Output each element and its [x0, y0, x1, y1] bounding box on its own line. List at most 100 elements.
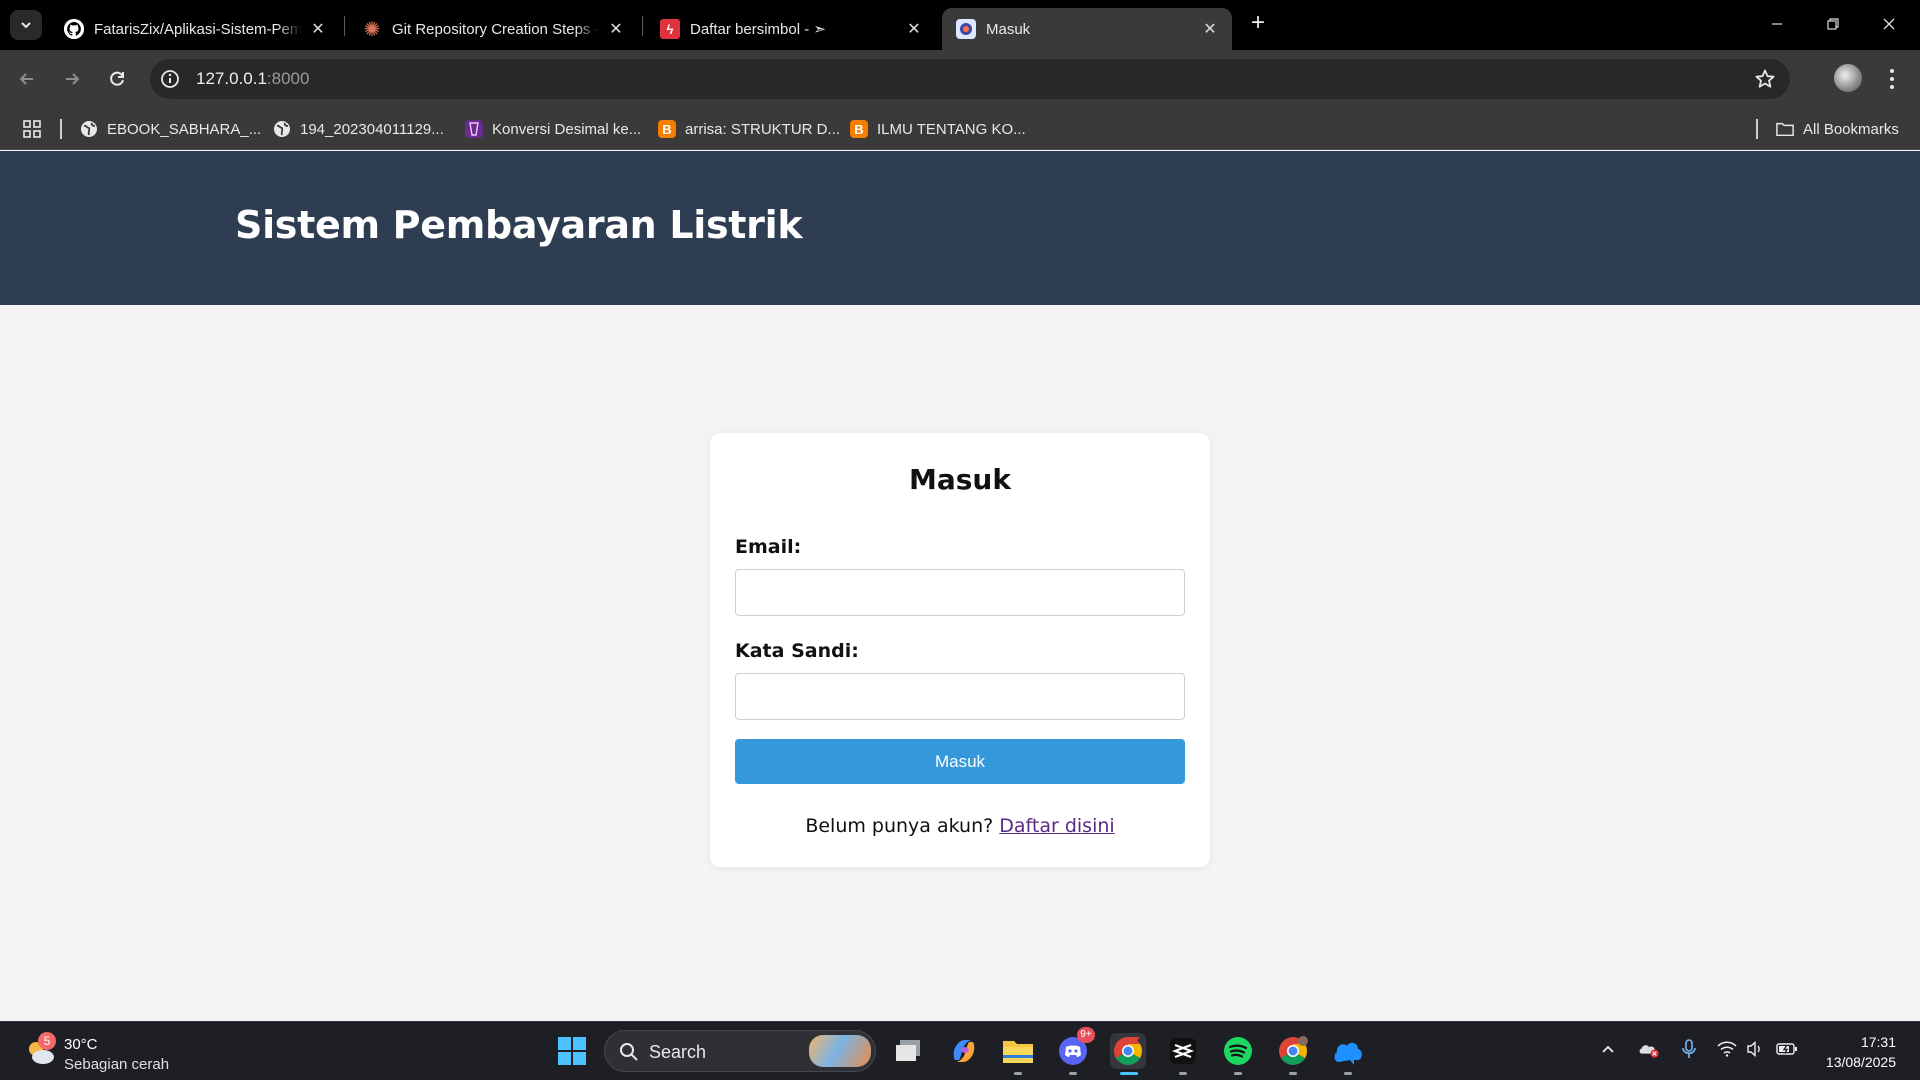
chrome-icon: [1279, 1036, 1308, 1065]
address-bar[interactable]: 127.0.0.1:8000: [150, 59, 1790, 99]
profile-avatar[interactable]: [1834, 64, 1862, 92]
chevron-down-icon: [21, 22, 31, 29]
globe-icon: [273, 120, 291, 138]
arrow-left-icon: [19, 73, 33, 85]
tray-microphone[interactable]: [1678, 1038, 1700, 1060]
bookmark-label: 194_202304011129...: [300, 120, 444, 138]
onedrive-error-icon: [1639, 1045, 1659, 1058]
github-icon: [64, 19, 84, 39]
tab-title: Daftar bersimbol - ➣: [690, 21, 826, 38]
search-label: Search: [649, 1042, 707, 1062]
tray-wifi[interactable]: [1716, 1038, 1738, 1060]
taskbar-chrome-profile[interactable]: [1275, 1033, 1311, 1069]
browser-menu-button[interactable]: [1882, 64, 1902, 94]
url-text[interactable]: 127.0.0.1:8000: [196, 69, 309, 89]
weather-widget[interactable]: 5 30°C Sebagian cerah: [24, 1032, 224, 1073]
running-indicator: [1344, 1072, 1352, 1075]
search-highlight-image: [809, 1035, 871, 1067]
bookmark-item[interactable]: 194_202304011129...: [273, 117, 444, 141]
tray-overflow-button[interactable]: [1597, 1038, 1619, 1060]
running-indicator: [1014, 1072, 1022, 1075]
new-tab-button[interactable]: +: [1246, 11, 1270, 36]
bookmarks-divider: [1756, 119, 1758, 139]
folder-icon: [1776, 120, 1794, 138]
site-header: Sistem Pembayaran Listrik: [0, 151, 1920, 305]
symbol-site-icon: ϟ: [660, 19, 680, 39]
tab-masuk[interactable]: Masuk ✕: [942, 8, 1232, 50]
bookmark-purple-icon: [465, 120, 483, 138]
task-view-button[interactable]: [891, 1033, 927, 1069]
url-port: :8000: [266, 69, 310, 88]
wifi-icon: [1717, 1041, 1737, 1057]
restore-button[interactable]: [1810, 10, 1856, 38]
running-indicator-active: [1120, 1072, 1138, 1075]
all-bookmarks-label: All Bookmarks: [1803, 120, 1899, 138]
close-icon[interactable]: ✕: [904, 19, 924, 39]
site-info-icon[interactable]: [160, 69, 180, 89]
capcut-icon: [1170, 1038, 1196, 1064]
taskbar-search[interactable]: Search: [604, 1030, 876, 1072]
tab-title: Git Repository Creation Steps -: [392, 20, 600, 38]
tab-divider: [642, 16, 643, 36]
blogger-icon: B: [850, 120, 868, 138]
forward-button[interactable]: [57, 64, 87, 94]
folder-icon: [1003, 1041, 1033, 1063]
bookmark-item[interactable]: B ILMU TENTANG KO...: [850, 117, 1026, 141]
microphone-icon: [1682, 1039, 1696, 1058]
taskbar-cloud-app[interactable]: [1330, 1033, 1366, 1069]
copilot-icon: [953, 1040, 975, 1062]
taskbar-chrome[interactable]: [1110, 1033, 1146, 1069]
bookmark-star-icon[interactable]: [1754, 68, 1776, 90]
taskbar-spotify[interactable]: [1220, 1033, 1256, 1069]
restore-icon: [1827, 18, 1839, 30]
register-link[interactable]: Daftar disini: [999, 815, 1114, 837]
weather-temp: 30°C: [64, 1036, 98, 1053]
tab-github[interactable]: FatarisZix/Aplikasi-Sistem-Pembayaran ✕: [50, 8, 340, 50]
tab-divider: [344, 16, 345, 36]
running-indicator: [1179, 1072, 1187, 1075]
windows-logo-icon: [558, 1037, 586, 1065]
reload-button[interactable]: [102, 64, 132, 94]
bookmark-label: arrisa: STRUKTUR D...: [685, 120, 841, 138]
all-bookmarks-button[interactable]: All Bookmarks: [1776, 117, 1899, 141]
taskbar-file-explorer[interactable]: [1000, 1033, 1036, 1069]
taskbar-discord[interactable]: 9+: [1055, 1027, 1095, 1069]
close-icon[interactable]: ✕: [308, 19, 328, 39]
tray-volume[interactable]: [1744, 1038, 1766, 1060]
minimize-button[interactable]: [1754, 10, 1800, 38]
running-indicator: [1234, 1072, 1242, 1075]
globe-icon: [80, 120, 98, 138]
login-button[interactable]: Masuk: [735, 739, 1185, 784]
taskbar-clock[interactable]: 17:31 13/08/2025: [1826, 1032, 1896, 1072]
discord-badge: 9+: [1077, 1027, 1095, 1043]
taskbar-capcut[interactable]: [1165, 1033, 1201, 1069]
weather-condition: Sebagian cerah: [64, 1056, 170, 1073]
register-prompt-text: Belum punya akun?: [805, 815, 994, 837]
close-icon[interactable]: ✕: [606, 19, 626, 39]
site-title: Sistem Pembayaran Listrik: [235, 203, 803, 247]
bookmark-item[interactable]: EBOOK_SABHARA_...: [80, 117, 261, 141]
arrow-right-icon: [66, 73, 80, 85]
bookmark-item[interactable]: Konversi Desimal ke...: [465, 117, 641, 141]
tray-onedrive[interactable]: [1638, 1038, 1660, 1060]
tab-search-button[interactable]: [10, 10, 42, 40]
tab-claude[interactable]: ✺ Git Repository Creation Steps - ✕: [348, 8, 638, 50]
tab-title: Masuk: [986, 20, 1031, 38]
taskbar-copilot[interactable]: [946, 1033, 982, 1069]
clock-date: 13/08/2025: [1825, 1054, 1896, 1070]
back-button[interactable]: [12, 64, 42, 94]
close-icon[interactable]: ✕: [1200, 19, 1220, 39]
bookmark-label: Konversi Desimal ke...: [492, 120, 642, 138]
spotify-icon: [1224, 1037, 1252, 1065]
browser-tab-bar: FatarisZix/Aplikasi-Sistem-Pembayaran ✕ …: [0, 0, 1920, 50]
tab-daftar-bersimbol[interactable]: ϟ Daftar bersimbol - ➣ ✕: [646, 8, 936, 50]
password-label: Kata Sandi:: [735, 640, 859, 662]
tray-battery[interactable]: [1776, 1038, 1798, 1060]
email-field[interactable]: [735, 569, 1185, 616]
minimize-icon: [1772, 23, 1782, 25]
password-field[interactable]: [735, 673, 1185, 720]
close-window-button[interactable]: [1866, 10, 1912, 38]
start-button[interactable]: [557, 1036, 587, 1066]
bookmark-item[interactable]: B arrisa: STRUKTUR D...: [658, 117, 840, 141]
apps-button[interactable]: [22, 117, 42, 141]
